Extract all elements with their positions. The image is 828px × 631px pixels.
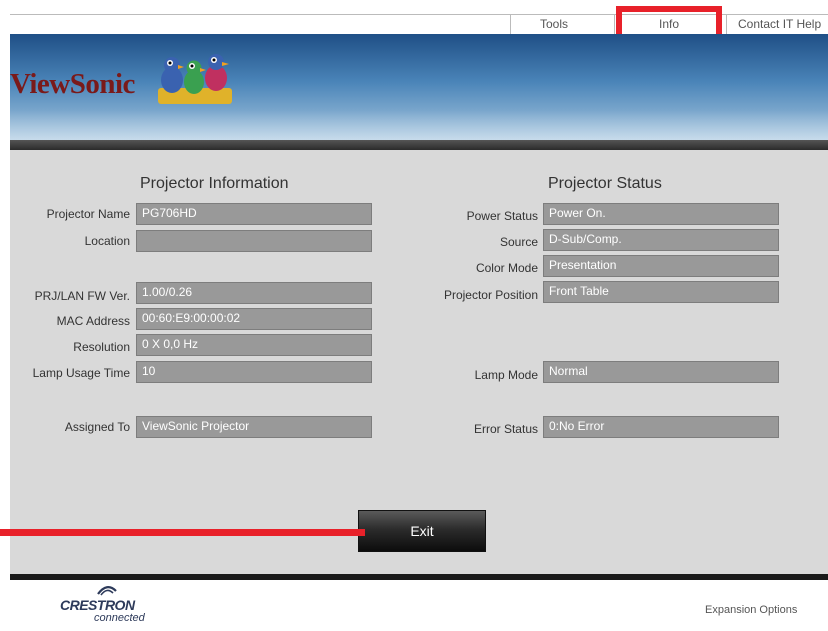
projector-status-title: Projector Status bbox=[548, 175, 662, 192]
projector-name-label: Projector Name bbox=[46, 207, 130, 221]
fw-version-field: 1.00/0.26 bbox=[136, 282, 372, 304]
exit-pointer-arrow bbox=[0, 529, 365, 536]
color-mode-field: Presentation bbox=[543, 255, 779, 277]
lamp-usage-time-field: 10 bbox=[136, 361, 372, 383]
projector-name-field: PG706HD bbox=[136, 203, 372, 225]
lamp-mode-label: Lamp Mode bbox=[474, 368, 538, 382]
resolution-label: Resolution bbox=[73, 340, 130, 354]
projector-information-title: Projector Information bbox=[140, 175, 289, 192]
crestron-swirl-icon bbox=[97, 586, 117, 596]
crestron-name: CRESTRON bbox=[60, 597, 135, 613]
header-banner: ViewSonic bbox=[10, 34, 828, 140]
nav-tools-link[interactable]: Tools bbox=[540, 17, 568, 31]
assigned-to-field: ViewSonic Projector bbox=[136, 416, 372, 438]
expansion-options-link[interactable]: Expansion Options bbox=[705, 604, 797, 616]
power-status-field: Power On. bbox=[543, 203, 779, 225]
footer-bar bbox=[10, 574, 828, 580]
mac-address-label: MAC Address bbox=[56, 314, 130, 328]
viewsonic-logo: ViewSonic bbox=[10, 68, 135, 100]
crestron-connected-logo: CRESTRON connected bbox=[60, 585, 160, 627]
nav-separator bbox=[726, 15, 727, 34]
source-field: D-Sub/Comp. bbox=[543, 229, 779, 251]
error-status-label: Error Status bbox=[473, 422, 538, 436]
nav-separator bbox=[510, 15, 511, 34]
nav-contact-it-help-link[interactable]: Contact IT Help bbox=[738, 17, 821, 31]
viewsonic-birds-logo-icon bbox=[158, 54, 232, 104]
error-status-field: 0:No Error bbox=[543, 416, 779, 438]
resolution-field: 0 X 0,0 Hz bbox=[136, 334, 372, 356]
color-mode-label: Color Mode bbox=[475, 261, 538, 275]
crestron-sub: connected bbox=[94, 612, 145, 624]
exit-button[interactable]: Exit bbox=[358, 510, 486, 552]
location-label: Location bbox=[84, 234, 130, 248]
header-divider-bar bbox=[10, 140, 828, 150]
assigned-to-label: Assigned To bbox=[64, 420, 130, 434]
source-label: Source bbox=[499, 235, 538, 249]
location-field bbox=[136, 230, 372, 252]
fw-version-label: PRJ/LAN FW Ver. bbox=[34, 289, 130, 303]
mac-address-field: 00:60:E9:00:00:02 bbox=[136, 308, 372, 330]
projector-position-label: Projector Position bbox=[443, 288, 538, 302]
lamp-mode-field: Normal bbox=[543, 361, 779, 383]
nav-separator bbox=[614, 15, 615, 34]
projector-position-field: Front Table bbox=[543, 281, 779, 303]
lamp-usage-time-label: Lamp Usage Time bbox=[32, 366, 130, 380]
info-panel: Projector Information Projector Status P… bbox=[10, 150, 828, 574]
power-status-label: Power Status bbox=[466, 209, 538, 223]
